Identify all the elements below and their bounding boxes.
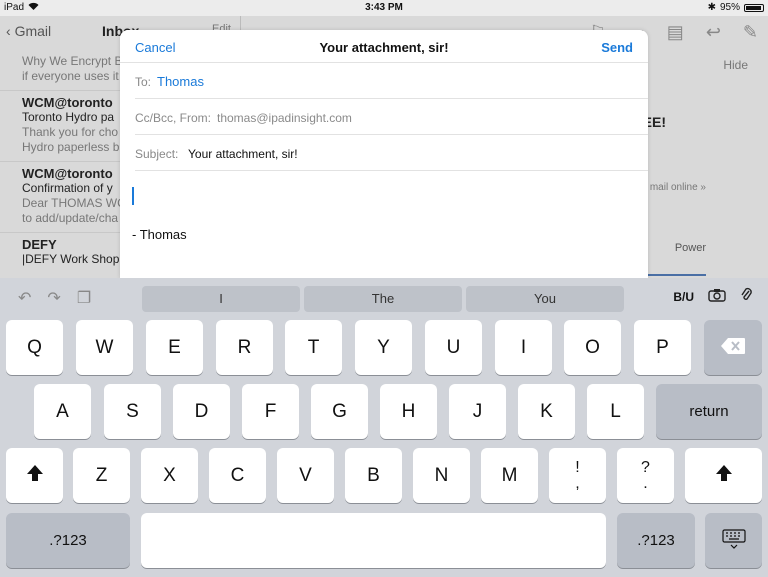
- cc-label: Cc/Bcc, From:: [135, 111, 212, 125]
- redo-icon[interactable]: ↷: [47, 288, 60, 308]
- key-d[interactable]: D: [173, 384, 230, 439]
- delete-key[interactable]: [704, 320, 762, 375]
- key-bottom-char: .: [643, 474, 648, 492]
- key-c[interactable]: C: [209, 448, 266, 503]
- suggestion-2[interactable]: The: [304, 286, 462, 312]
- key-question-period[interactable]: ? .: [617, 448, 674, 503]
- to-recipient[interactable]: Thomas: [157, 74, 204, 89]
- format-button[interactable]: B/U: [673, 290, 694, 304]
- status-bar: iPad 3:43 PM ✱ 95%: [0, 0, 768, 16]
- shift-icon: [715, 464, 733, 488]
- suggestion-3[interactable]: You: [466, 286, 624, 312]
- subject-field[interactable]: Subject: Your attachment, sir!: [135, 135, 648, 171]
- key-m[interactable]: M: [481, 448, 538, 503]
- key-f[interactable]: F: [242, 384, 299, 439]
- key-l[interactable]: L: [587, 384, 644, 439]
- battery-icon: [744, 3, 764, 12]
- key-t[interactable]: T: [285, 320, 342, 375]
- key-u[interactable]: U: [425, 320, 482, 375]
- key-e[interactable]: E: [146, 320, 203, 375]
- compose-title: Your attachment, sir!: [319, 40, 449, 55]
- shift-key-left[interactable]: [6, 448, 63, 503]
- power-tab[interactable]: Power: [675, 242, 706, 254]
- to-label: To:: [135, 75, 152, 89]
- back-button[interactable]: ‹ Gmail: [6, 23, 51, 39]
- subject-value[interactable]: Your attachment, sir!: [188, 147, 298, 161]
- key-exclaim-comma[interactable]: ! ,: [549, 448, 606, 503]
- key-n[interactable]: N: [413, 448, 470, 503]
- key-s[interactable]: S: [104, 384, 161, 439]
- archive-icon[interactable]: ▤: [667, 22, 684, 43]
- keyboard-icon: [721, 528, 746, 553]
- bluetooth-icon: ✱: [707, 2, 716, 13]
- numbers-key-right[interactable]: .?123: [617, 513, 695, 568]
- compose-header: Cancel Your attachment, sir! Send: [120, 30, 648, 63]
- key-v[interactable]: V: [277, 448, 334, 503]
- space-bar[interactable]: [141, 513, 606, 568]
- paste-icon[interactable]: ❐: [77, 288, 91, 308]
- signature: - Thomas: [132, 227, 187, 242]
- cc-bcc-from-field[interactable]: Cc/Bcc, From: thomas@ipadinsight.com: [135, 99, 648, 135]
- hide-link[interactable]: Hide: [723, 58, 748, 72]
- key-top-char: !: [575, 458, 580, 476]
- text-cursor: [132, 187, 134, 205]
- key-r[interactable]: R: [216, 320, 273, 375]
- key-x[interactable]: X: [141, 448, 198, 503]
- key-h[interactable]: H: [380, 384, 437, 439]
- battery-percent: 95%: [719, 2, 740, 13]
- subject-label: Subject:: [135, 147, 179, 161]
- key-y[interactable]: Y: [355, 320, 412, 375]
- key-top-char: ?: [641, 458, 650, 476]
- suggestion-1[interactable]: I: [142, 286, 300, 312]
- reply-icon[interactable]: ↩: [706, 22, 721, 43]
- undo-icon[interactable]: ↶: [18, 288, 31, 308]
- attachment-icon[interactable]: [740, 287, 752, 306]
- key-k[interactable]: K: [518, 384, 575, 439]
- return-key[interactable]: return: [656, 384, 762, 439]
- shift-key-right[interactable]: [685, 448, 762, 503]
- key-bottom-char: ,: [575, 474, 580, 492]
- key-j[interactable]: J: [449, 384, 506, 439]
- tab-underline: [646, 274, 706, 276]
- key-w[interactable]: W: [76, 320, 133, 375]
- keyboard-toolbar: ↶ ↷ ❐ I The You B/U: [0, 278, 768, 318]
- backspace-icon: [720, 337, 746, 359]
- clock: 3:43 PM: [365, 2, 403, 13]
- from-address: thomas@ipadinsight.com: [217, 111, 352, 125]
- camera-icon[interactable]: [708, 288, 726, 305]
- compose-icon[interactable]: ✎: [743, 22, 758, 43]
- key-z[interactable]: Z: [73, 448, 130, 503]
- keyboard: ↶ ↷ ❐ I The You B/U Q W E R T Y U I O P …: [0, 278, 768, 577]
- key-p[interactable]: P: [634, 320, 691, 375]
- key-g[interactable]: G: [311, 384, 368, 439]
- dismiss-keyboard-key[interactable]: [705, 513, 762, 568]
- shift-icon: [26, 464, 44, 488]
- compose-sheet: Cancel Your attachment, sir! Send To: Th…: [120, 30, 648, 278]
- back-label: Gmail: [14, 23, 52, 39]
- key-i[interactable]: I: [495, 320, 552, 375]
- mail-online-link[interactable]: mail online »: [650, 182, 706, 193]
- key-b[interactable]: B: [345, 448, 402, 503]
- key-q[interactable]: Q: [6, 320, 63, 375]
- send-button[interactable]: Send: [601, 40, 633, 55]
- numbers-key-left[interactable]: .?123: [6, 513, 130, 568]
- to-field[interactable]: To: Thomas: [135, 63, 648, 99]
- key-a[interactable]: A: [34, 384, 91, 439]
- key-o[interactable]: O: [564, 320, 621, 375]
